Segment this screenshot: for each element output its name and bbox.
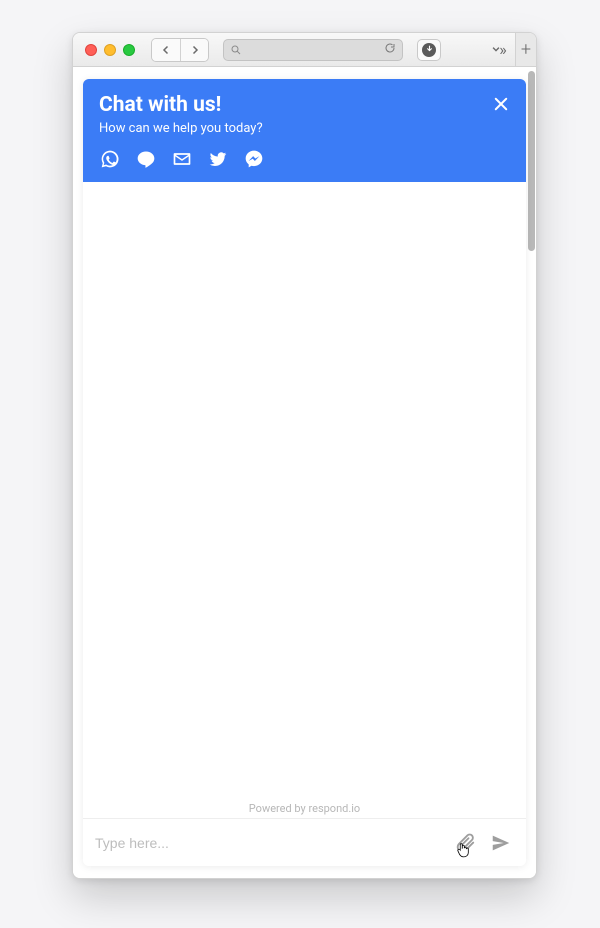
- whatsapp-icon[interactable]: [99, 148, 121, 170]
- chat-close-button[interactable]: [490, 93, 512, 115]
- nav-buttons: [151, 38, 209, 62]
- new-tab-button[interactable]: +: [515, 33, 536, 66]
- overflow-menu-button[interactable]: »: [485, 39, 509, 61]
- minimize-window-button[interactable]: [104, 44, 116, 56]
- chat-title: Chat with us!: [99, 93, 510, 117]
- page-scrollbar[interactable]: [528, 71, 535, 251]
- attach-button[interactable]: [452, 830, 478, 856]
- chat-subtitle: How can we help you today?: [99, 121, 510, 136]
- downloads-button[interactable]: [417, 39, 441, 61]
- channel-icons: [99, 148, 510, 170]
- send-button[interactable]: [488, 830, 514, 856]
- email-icon[interactable]: [171, 148, 193, 170]
- line-icon[interactable]: [135, 148, 157, 170]
- search-icon: [230, 44, 242, 56]
- close-window-button[interactable]: [85, 44, 97, 56]
- messenger-icon[interactable]: [243, 148, 265, 170]
- twitter-icon[interactable]: [207, 148, 229, 170]
- back-button[interactable]: [152, 39, 180, 61]
- download-icon: [422, 43, 436, 57]
- address-bar[interactable]: [223, 39, 403, 61]
- powered-by-label: Powered by respond.io: [83, 796, 526, 818]
- browser-titlebar: » +: [73, 33, 536, 67]
- window-controls: [81, 44, 135, 56]
- chat-header: Chat with us! How can we help you today?: [83, 79, 526, 182]
- chat-messages-area: [83, 182, 526, 796]
- chat-widget: Chat with us! How can we help you today?: [83, 79, 526, 866]
- chat-input-row: [83, 818, 526, 866]
- forward-button[interactable]: [180, 39, 208, 61]
- zoom-window-button[interactable]: [123, 44, 135, 56]
- chat-text-input[interactable]: [95, 835, 442, 851]
- browser-window: » + Chat with us! How can we help you to…: [72, 32, 537, 879]
- reload-icon[interactable]: [384, 42, 396, 57]
- page-content: Chat with us! How can we help you today?: [73, 67, 536, 878]
